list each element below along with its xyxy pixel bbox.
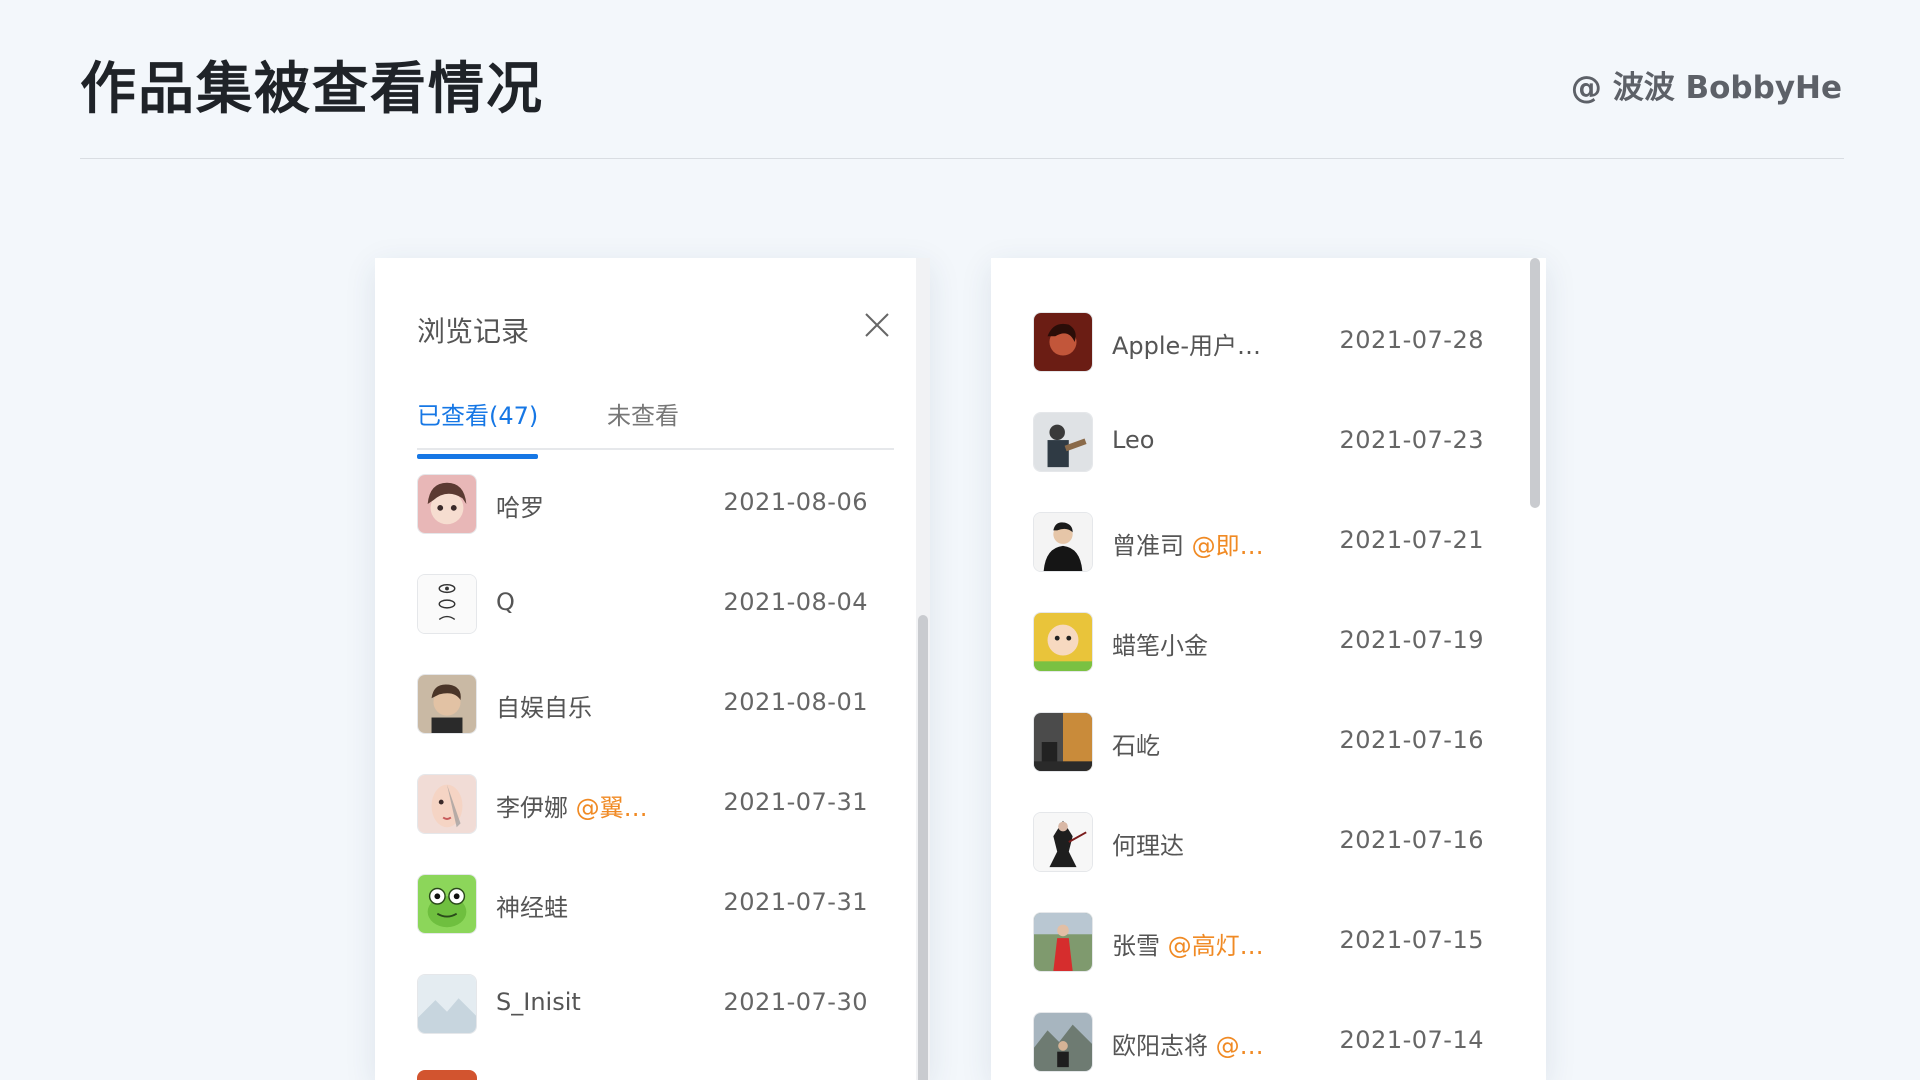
viewer-name: Leo: [1112, 426, 1155, 454]
avatar: [417, 874, 477, 934]
avatar: [417, 974, 477, 1034]
viewer-name: 石屹: [1112, 732, 1160, 760]
scrollbar-thumb[interactable]: [918, 615, 928, 1080]
view-date: 2021-08-06: [723, 488, 868, 516]
viewer-name: 李伊娜 @翼…: [496, 794, 648, 822]
viewer-name: 自娱自乐: [496, 694, 592, 722]
avatar: [1033, 812, 1093, 872]
avatar: [1033, 1012, 1093, 1072]
list-item[interactable]: 自娱自乐 2021-08-01: [375, 654, 930, 754]
panel-title: 浏览记录: [417, 315, 530, 348]
avatar: [1033, 512, 1093, 572]
avatar: [1033, 712, 1093, 772]
viewer-list: 哈罗 2021-08-06 Q 2021-08-04 自娱自乐 2021-08-…: [375, 454, 930, 1054]
list-item[interactable]: 蜡笔小金 2021-07-19: [991, 592, 1546, 692]
list-item[interactable]: 欧阳志将 @… 2021-07-14: [991, 992, 1546, 1080]
view-date: 2021-07-19: [1339, 626, 1484, 654]
avatar: [1033, 312, 1093, 372]
list-item[interactable]: 何理达 2021-07-16: [991, 792, 1546, 892]
scrollbar-track[interactable]: [916, 258, 930, 1080]
list-item[interactable]: Q 2021-08-04: [375, 554, 930, 654]
list-item[interactable]: 神经蛙 2021-07-31: [375, 854, 930, 954]
avatar: [1033, 412, 1093, 472]
view-date: 2021-07-30: [723, 988, 868, 1016]
viewer-name: 曾准司 @即…: [1112, 532, 1264, 560]
close-button[interactable]: [862, 310, 892, 340]
avatar: [417, 674, 477, 734]
avatar: [417, 474, 477, 534]
view-date: 2021-07-21: [1339, 526, 1484, 554]
viewer-name: Q: [496, 588, 515, 616]
page-title: 作品集被查看情况: [80, 57, 544, 122]
view-date: 2021-07-31: [723, 788, 868, 816]
close-icon: [865, 313, 889, 337]
viewer-name: 欧阳志将 @…: [1112, 1032, 1264, 1060]
tab-bar: 已查看(47) 未查看: [417, 384, 894, 459]
browse-history-panel: 浏览记录 已查看(47) 未查看 哈罗 2021-08-06 Q 2021-08…: [375, 258, 930, 1080]
avatar: [1033, 612, 1093, 672]
scrollbar-track[interactable]: [1528, 258, 1542, 1080]
avatar: [417, 1070, 477, 1080]
viewer-name: S_Inisit: [496, 988, 581, 1016]
list-item[interactable]: 李伊娜 @翼… 2021-07-31: [375, 754, 930, 854]
browse-history-panel-scrolled: Apple-用户… 2021-07-28 Leo 2021-07-23 曾准司 …: [991, 258, 1546, 1080]
list-item[interactable]: S_Inisit 2021-07-30: [375, 954, 930, 1054]
list-item[interactable]: Leo 2021-07-23: [991, 392, 1546, 492]
list-item[interactable]: 张雪 @高灯… 2021-07-15: [991, 892, 1546, 992]
viewer-name: 蜡笔小金: [1112, 632, 1208, 660]
avatar: [1033, 912, 1093, 972]
view-date: 2021-07-16: [1339, 726, 1484, 754]
viewer-name: 张雪 @高灯…: [1112, 932, 1264, 960]
header-divider: [80, 158, 1844, 159]
viewer-name: 何理达: [1112, 832, 1184, 860]
view-date: 2021-07-15: [1339, 926, 1484, 954]
list-item[interactable]: 哈罗 2021-08-06: [375, 454, 930, 554]
viewer-name: 哈罗: [496, 494, 544, 522]
view-date: 2021-07-28: [1339, 326, 1484, 354]
view-date: 2021-07-31: [723, 888, 868, 916]
viewer-list: Apple-用户… 2021-07-28 Leo 2021-07-23 曾准司 …: [991, 292, 1546, 1080]
tab-not-viewed[interactable]: 未查看: [607, 396, 679, 445]
list-item[interactable]: Apple-用户… 2021-07-28: [991, 292, 1546, 392]
avatar: [417, 774, 477, 834]
list-item[interactable]: 石屹 2021-07-16: [991, 692, 1546, 792]
view-date: 2021-08-04: [723, 588, 868, 616]
list-item[interactable]: 曾准司 @即… 2021-07-21: [991, 492, 1546, 592]
view-date: 2021-08-01: [723, 688, 868, 716]
avatar: [417, 574, 477, 634]
view-date: 2021-07-14: [1339, 1026, 1484, 1054]
view-date: 2021-07-16: [1339, 826, 1484, 854]
tab-viewed[interactable]: 已查看(47): [417, 396, 539, 459]
scrollbar-thumb[interactable]: [1530, 258, 1540, 508]
author-credit: @ 波波 BobbyHe: [1570, 70, 1842, 106]
view-date: 2021-07-23: [1339, 426, 1484, 454]
viewer-name: Apple-用户…: [1112, 332, 1261, 360]
viewer-name: 神经蛙: [496, 894, 568, 922]
